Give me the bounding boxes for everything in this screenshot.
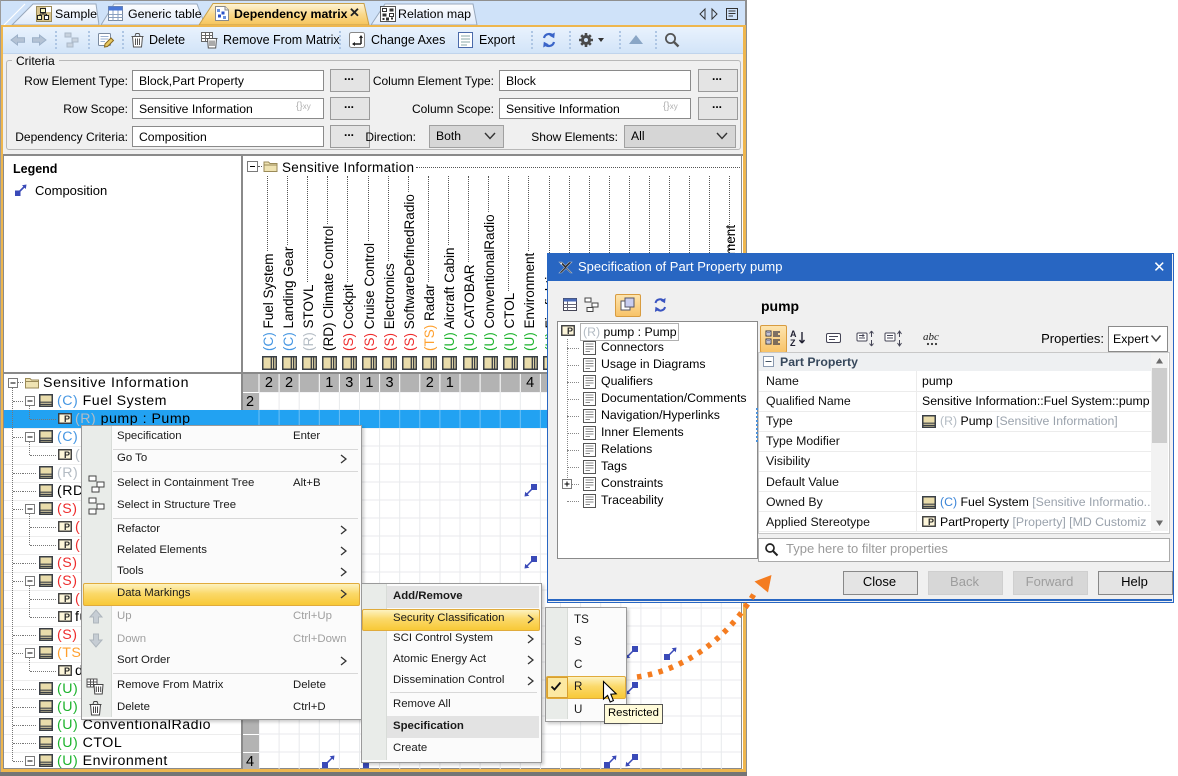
svg-text:P: P	[64, 594, 70, 604]
svg-text:P: P	[64, 666, 70, 676]
svg-text:P: P	[64, 540, 70, 550]
svg-text:P: P	[928, 517, 934, 527]
svg-text:Z: Z	[790, 338, 796, 347]
svg-text:P: P	[64, 612, 70, 622]
svg-text:P: P	[567, 326, 573, 336]
svg-text:P: P	[64, 414, 70, 424]
svg-text:abc: abc	[923, 331, 939, 343]
svg-text:P: P	[64, 522, 70, 532]
svg-text:P: P	[64, 450, 70, 460]
